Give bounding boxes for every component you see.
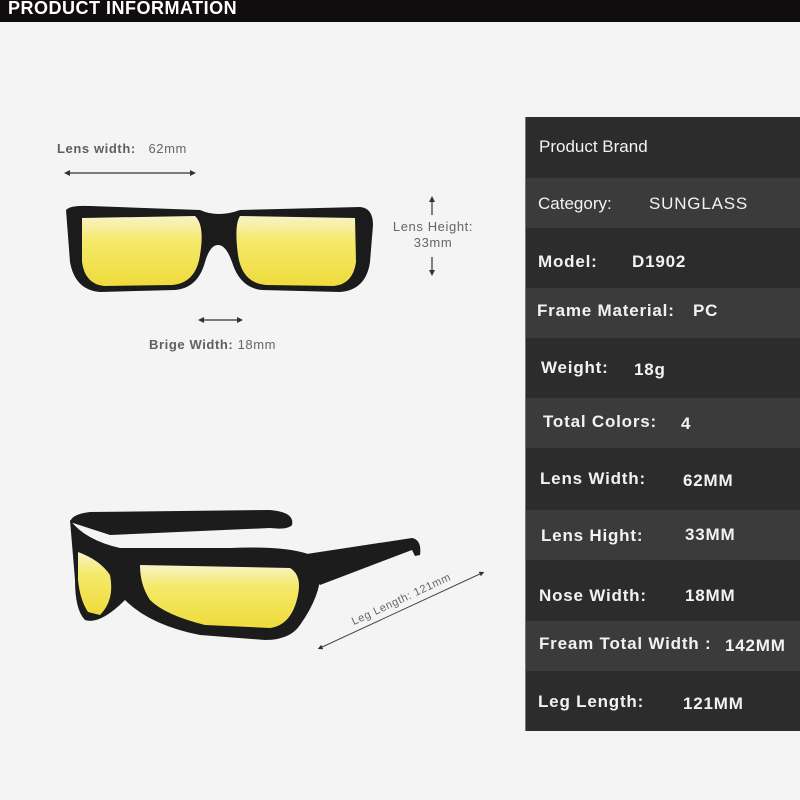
spec-row-brand: Product Brand: [526, 117, 800, 178]
spec-value: 18g: [634, 360, 666, 379]
lens-height-dimension: Lens Height: 33mm: [388, 219, 478, 251]
spec-value: D1902: [632, 252, 687, 271]
spec-row-leg-length: Leg Length: 121MM: [526, 671, 800, 731]
bridge-width-dimension: Brige Width: 18mm: [149, 337, 276, 352]
spec-label: Lens Hight:: [541, 526, 644, 545]
spec-value: 142MM: [725, 636, 786, 655]
bridge-width-value: 18mm: [237, 337, 277, 352]
spec-label: Leg Length:: [538, 692, 645, 711]
spec-label: Fream Total Width :: [539, 634, 712, 653]
spec-value: 62MM: [683, 471, 734, 490]
spec-label: Category:: [538, 194, 612, 213]
spec-value: PC: [693, 301, 719, 320]
spec-value: SUNGLASS: [649, 194, 748, 213]
spec-value: 18MM: [685, 586, 736, 605]
spec-row-frame-material: Frame Material: PC: [526, 288, 800, 338]
lens-height-label: Lens Height:: [392, 219, 474, 234]
spec-row-category: Category: SUNGLASS: [526, 178, 800, 228]
spec-row-lens-width: Lens Width: 62MM: [526, 448, 800, 510]
spec-value: 33MM: [685, 525, 736, 544]
lens-width-dimension: Lens width: 62mm: [57, 141, 187, 156]
lens-width-value: 62mm: [148, 141, 187, 156]
spec-row-model: Model: D1902: [526, 228, 800, 288]
spec-value: 121MM: [683, 694, 744, 713]
leg-length-arrow: [317, 571, 485, 650]
glasses-front-view: [66, 205, 373, 292]
spec-row-total-colors: Total Colors: 4: [526, 398, 800, 448]
spec-label: Model:: [538, 252, 598, 271]
spec-row-nose-width: Nose Width: 18MM: [526, 560, 800, 621]
spec-row-weight: Weight: 18g: [526, 338, 800, 398]
bridge-width-label: Brige Width:: [149, 337, 234, 352]
spec-value: 4: [681, 414, 692, 433]
spec-label: Frame Material:: [537, 301, 675, 320]
lens-width-label: Lens width:: [57, 141, 136, 156]
spec-label: Weight:: [541, 358, 609, 377]
spec-row-lens-height: Lens Hight: 33MM: [526, 510, 800, 560]
spec-label: Total Colors:: [543, 412, 657, 431]
spec-row-frame-total-width: Fream Total Width : 142MM: [526, 621, 800, 671]
specs-table: Product Brand Category: SUNGLASS Model: …: [525, 117, 800, 731]
lens-height-value: 33mm: [413, 235, 453, 250]
spec-label: Nose Width:: [539, 586, 647, 605]
spec-label: Product Brand: [539, 137, 648, 156]
spec-label: Lens Width:: [540, 469, 646, 488]
